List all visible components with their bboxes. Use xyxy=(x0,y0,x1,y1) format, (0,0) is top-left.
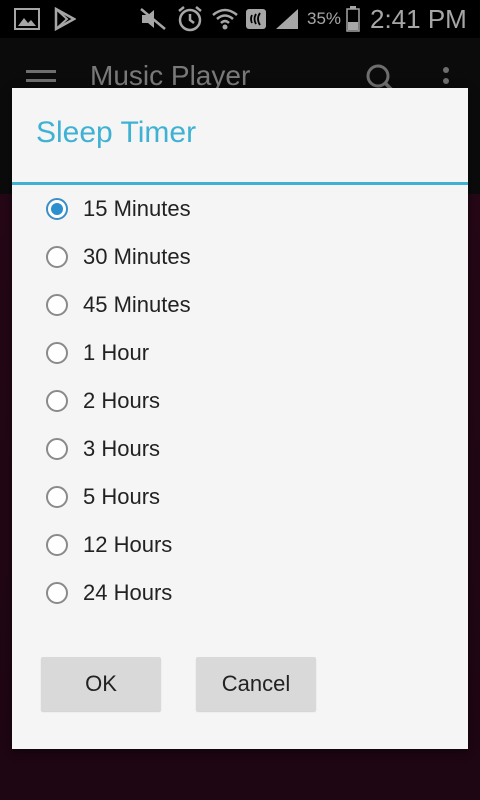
sleep-timer-option[interactable]: 3 Hours xyxy=(12,427,468,475)
cancel-button[interactable]: Cancel xyxy=(196,657,316,711)
option-label: 15 Minutes xyxy=(83,196,191,221)
option-label: 1 Hour xyxy=(83,340,150,365)
option-label: 3 Hours xyxy=(83,436,161,461)
option-label: 24 Hours xyxy=(83,580,173,605)
sleep-timer-option[interactable]: 12 Hours xyxy=(12,523,468,571)
sleep-timer-option[interactable]: 5 Hours xyxy=(12,475,468,523)
sleep-timer-option[interactable]: 24 Hours xyxy=(12,571,468,619)
option-label: 30 Minutes xyxy=(83,244,191,269)
radio-unchecked-icon[interactable] xyxy=(46,438,68,460)
radio-unchecked-icon[interactable] xyxy=(46,294,68,316)
sleep-timer-option[interactable]: 30 Minutes xyxy=(12,235,468,283)
option-label: 45 Minutes xyxy=(83,292,191,317)
sleep-timer-option[interactable]: 15 Minutes xyxy=(12,187,468,235)
sleep-timer-option[interactable]: 45 Minutes xyxy=(12,283,468,331)
sleep-timer-option[interactable]: 1 Hour xyxy=(12,331,468,379)
sleep-timer-option[interactable]: 2 Hours xyxy=(12,379,468,427)
radio-unchecked-icon[interactable] xyxy=(46,246,68,268)
radio-unchecked-icon[interactable] xyxy=(46,582,68,604)
dialog-divider xyxy=(12,182,468,185)
radio-checked-icon[interactable] xyxy=(46,198,68,220)
sleep-timer-dialog: Sleep Timer 15 Minutes 30 Minutes 45 Minut… xyxy=(12,88,468,749)
radio-unchecked-icon[interactable] xyxy=(46,342,68,364)
option-label: 12 Hours xyxy=(83,532,173,557)
option-label: 2 Hours xyxy=(83,388,161,413)
option-label: 5 Hours xyxy=(83,484,161,509)
radio-unchecked-icon[interactable] xyxy=(46,534,68,556)
dialog-title: Sleep Timer xyxy=(36,116,197,149)
ok-button[interactable]: OK xyxy=(41,657,161,711)
radio-unchecked-icon[interactable] xyxy=(46,390,68,412)
radio-unchecked-icon[interactable] xyxy=(46,486,68,508)
